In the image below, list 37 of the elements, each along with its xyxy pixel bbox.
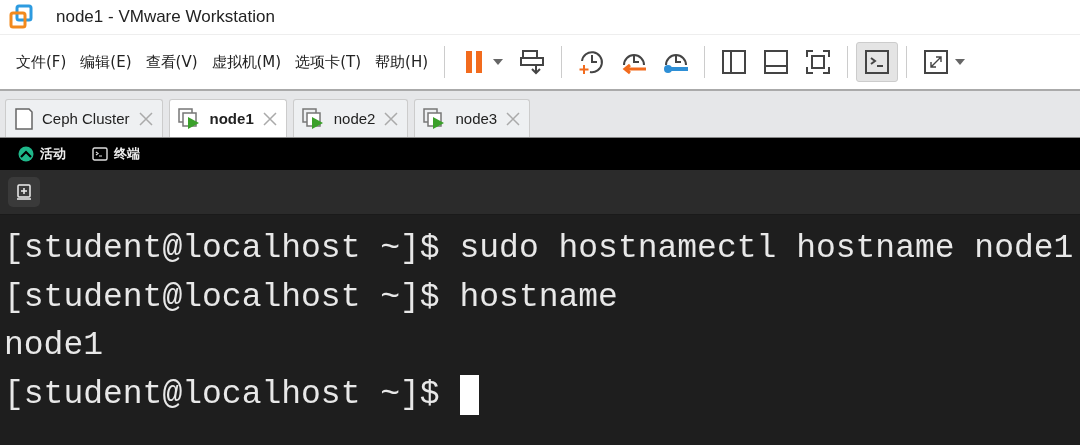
terminal-icon [863, 48, 891, 76]
tab[interactable]: node2 [292, 99, 409, 137]
menu-item[interactable]: 虚拟机(M) [205, 48, 288, 76]
terminal-output: node1 [4, 326, 104, 366]
distro-logo-icon [18, 146, 34, 162]
tab[interactable]: node1 [168, 99, 287, 137]
menu-item[interactable]: 查看(V) [139, 48, 204, 76]
fullscreen-icon [804, 48, 832, 76]
document-icon [14, 107, 34, 130]
resize-icon [922, 48, 950, 76]
add-tab-icon [16, 184, 32, 200]
activities-label[interactable]: 活动 [40, 145, 66, 163]
tab[interactable]: Ceph Cluster [5, 99, 163, 137]
app-menu-label[interactable]: 终端 [114, 145, 140, 163]
caret-icon [954, 58, 966, 66]
tab-label: node3 [455, 110, 498, 127]
bottom-panel-icon [762, 48, 790, 76]
menu-item[interactable]: 选项卡(T) [289, 48, 368, 76]
tab-label: Ceph Cluster [42, 110, 130, 127]
new-tab-button[interactable] [8, 177, 40, 207]
tab[interactable]: node3 [414, 99, 531, 137]
clock-add-icon [577, 48, 605, 76]
menu-item[interactable]: 帮助(H) [369, 48, 434, 76]
terminal-line: [student@localhost ~]$ hostname [4, 277, 618, 318]
caret-icon [492, 58, 504, 66]
toolbar-button[interactable] [856, 42, 898, 82]
sidebar-layout-icon [720, 48, 748, 76]
menu-item[interactable]: 编辑(E) [74, 48, 138, 76]
tab-label: node2 [333, 110, 376, 127]
window-title: node1 - VMware Workstation [56, 7, 275, 27]
keyboard-send-icon [518, 48, 546, 76]
tab-label: node1 [209, 110, 254, 127]
app-logo-icon [8, 4, 34, 30]
terminal-line: [student@localhost ~]$ sudo hostnamectl hostname node1 [4, 229, 1074, 269]
menu-item[interactable]: 文件(F) [10, 48, 73, 76]
terminal-icon [92, 147, 108, 161]
terminal-line: [student@localhost ~]$ [4, 374, 440, 415]
